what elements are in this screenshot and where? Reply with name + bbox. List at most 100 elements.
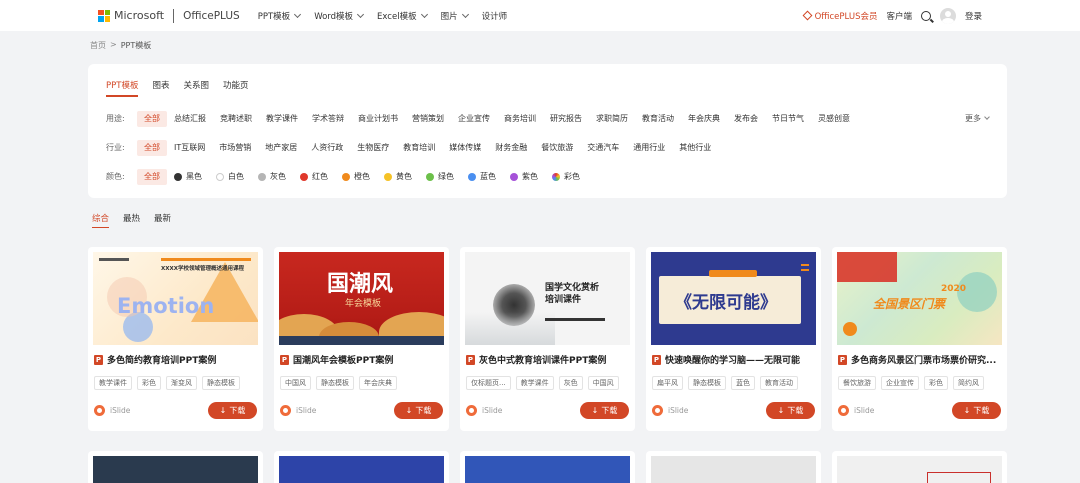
filter-option-industry[interactable]: 媒体传媒	[442, 140, 488, 156]
filter-option-usage[interactable]: 年会庆典	[681, 111, 727, 127]
template-tag[interactable]: 彩色	[137, 376, 161, 390]
sort-tab-hottest[interactable]: 最热	[123, 212, 140, 228]
login-link[interactable]: 登录	[965, 10, 982, 22]
template-tag[interactable]: 教学课件	[515, 376, 554, 390]
template-title[interactable]: P 灰色中式教育培训课件PPT案例	[466, 353, 630, 366]
filter-option-color[interactable]: 黑色	[167, 169, 209, 185]
template-tag[interactable]: 渐变风	[166, 376, 197, 390]
sort-tab-comprehensive[interactable]: 综合	[92, 212, 110, 228]
tab-ppt-templates[interactable]: PPT模板	[106, 73, 139, 97]
avatar[interactable]	[939, 7, 956, 24]
filter-option-usage[interactable]: 教学课件	[259, 111, 305, 127]
author-name[interactable]: iSlide	[110, 406, 130, 415]
filter-option-industry[interactable]: 人资行政	[304, 140, 350, 156]
template-tag[interactable]: 餐饮旅游	[838, 376, 876, 390]
sort-tab-newest[interactable]: 最新	[154, 212, 171, 228]
template-tag[interactable]: 蓝色	[731, 376, 755, 390]
template-card[interactable]	[646, 451, 821, 483]
template-tag[interactable]: 教学课件	[94, 376, 132, 390]
template-thumbnail[interactable]	[93, 456, 258, 483]
filter-option-industry[interactable]: 生物医疗	[350, 140, 396, 156]
tab-relationship-diagrams[interactable]: 关系图	[183, 73, 209, 97]
download-button[interactable]: ↓ 下载	[952, 402, 1001, 419]
filter-option-usage[interactable]: 发布会	[727, 111, 765, 127]
template-tag[interactable]: 企业宣传	[881, 376, 919, 390]
nav-excel-templates[interactable]: Excel模板	[377, 10, 428, 22]
template-tag[interactable]: 年会庆典	[359, 376, 397, 390]
filter-option-industry[interactable]: 其他行业	[672, 140, 718, 156]
template-thumbnail[interactable]: 国学文化赏析 培训课件	[465, 252, 630, 345]
template-card[interactable]	[832, 451, 1007, 483]
filter-option-color[interactable]: 橙色	[335, 169, 377, 185]
nav-ppt-templates[interactable]: PPT模板	[258, 10, 302, 22]
filter-option-industry[interactable]: 地产家居	[258, 140, 304, 156]
template-card[interactable]: 国学文化赏析 培训课件 P 灰色中式教育培训课件PPT案例 仅标题页... 教学课…	[460, 247, 635, 431]
template-thumbnail[interactable]: Emotion XXXX学校领域管理概述通用课程	[93, 252, 258, 345]
author-name[interactable]: iSlide	[668, 406, 688, 415]
template-tag[interactable]: 扁平风	[652, 376, 683, 390]
template-card[interactable]: 2020 全国景区门票 P 多色商务风景区门票市场票价研究... 餐饮旅游 企业宣…	[832, 247, 1007, 431]
template-card[interactable]	[460, 451, 635, 483]
download-button[interactable]: ↓ 下载	[766, 402, 815, 419]
tab-function-pages[interactable]: 功能页	[223, 73, 249, 97]
filter-option-color[interactable]: 蓝色	[461, 169, 503, 185]
filter-option-usage[interactable]: 求职简历	[589, 111, 635, 127]
template-card[interactable]: 国潮风 年会模板 P 国潮风年会模板PPT案例 中国风 静态模板 年会庆典 iSl…	[274, 247, 449, 431]
tab-charts[interactable]: 图表	[152, 73, 169, 97]
template-thumbnail[interactable]: 《无限可能》	[651, 252, 816, 345]
nav-word-templates[interactable]: Word模板	[314, 10, 365, 22]
filter-option-industry[interactable]: 通用行业	[626, 140, 672, 156]
filter-option-industry[interactable]: 餐饮旅游	[534, 140, 580, 156]
download-button[interactable]: ↓ 下载	[208, 402, 257, 419]
filter-option-industry[interactable]: 教育培训	[396, 140, 442, 156]
template-tag[interactable]: 静态模板	[202, 376, 240, 390]
filter-option-industry[interactable]: 市场营销	[212, 140, 258, 156]
filter-option-usage[interactable]: 企业宣传	[451, 111, 497, 127]
filter-option-industry[interactable]: 交通汽车	[580, 140, 626, 156]
template-thumbnail[interactable]	[651, 456, 816, 483]
template-title[interactable]: P 国潮风年会模板PPT案例	[280, 353, 444, 366]
template-tag[interactable]: 静态模板	[688, 376, 726, 390]
template-thumbnail[interactable]	[279, 456, 444, 483]
template-card[interactable]: 《无限可能》 P 快速唤醒你的学习脑——无限可能 扁平风 静态模板 蓝色 教育活动…	[646, 247, 821, 431]
filter-option-usage[interactable]: 商业计划书	[351, 111, 405, 127]
filter-option-color[interactable]: 紫色	[503, 169, 545, 185]
filter-option-color[interactable]: 灰色	[251, 169, 293, 185]
author-name[interactable]: iSlide	[296, 406, 316, 415]
author-name[interactable]: iSlide	[854, 406, 874, 415]
filter-option-usage[interactable]: 全部	[137, 110, 167, 127]
more-button[interactable]: 更多	[965, 113, 990, 124]
template-thumbnail[interactable]	[837, 456, 1002, 483]
template-tag[interactable]: 简约风	[953, 376, 984, 390]
member-link[interactable]: OfficePLUS会员	[802, 10, 877, 22]
download-button[interactable]: ↓ 下载	[394, 402, 443, 419]
nav-images[interactable]: 图片	[441, 10, 469, 22]
template-tag[interactable]: 静态模板	[316, 376, 354, 390]
filter-option-color[interactable]: 绿色	[419, 169, 461, 185]
filter-option-industry[interactable]: 全部	[137, 139, 167, 156]
officeplus-logo[interactable]: Microsoft OfficePLUS	[98, 8, 240, 23]
filter-option-color[interactable]: 全部	[137, 168, 167, 185]
filter-option-usage[interactable]: 总结汇报	[167, 111, 213, 127]
filter-option-usage[interactable]: 教育活动	[635, 111, 681, 127]
template-thumbnail[interactable]: 2020 全国景区门票	[837, 252, 1002, 345]
search-icon[interactable]	[920, 10, 931, 21]
template-title[interactable]: P 多色简约教育培训PPT案例	[94, 353, 258, 366]
filter-option-color[interactable]: 彩色	[545, 169, 587, 185]
filter-option-color[interactable]: 白色	[209, 169, 251, 185]
template-tag[interactable]: 教育活动	[760, 376, 798, 390]
template-title[interactable]: P 快速唤醒你的学习脑——无限可能	[652, 353, 816, 366]
download-button[interactable]: ↓ 下载	[580, 402, 629, 419]
nav-designers[interactable]: 设计师	[482, 10, 508, 22]
template-title[interactable]: P 多色商务风景区门票市场票价研究...	[838, 353, 1002, 366]
author-name[interactable]: iSlide	[482, 406, 502, 415]
filter-option-industry[interactable]: 财务金融	[488, 140, 534, 156]
template-tag[interactable]: 灰色	[558, 376, 583, 390]
filter-option-usage[interactable]: 节日节气	[765, 111, 811, 127]
template-card[interactable]	[88, 451, 263, 483]
filter-option-usage[interactable]: 学术答辩	[305, 111, 351, 127]
filter-option-usage[interactable]: 营销策划	[405, 111, 451, 127]
client-link[interactable]: 客户端	[886, 10, 912, 22]
filter-option-usage[interactable]: 研究报告	[543, 111, 589, 127]
template-tag[interactable]: 中国风	[587, 376, 619, 390]
